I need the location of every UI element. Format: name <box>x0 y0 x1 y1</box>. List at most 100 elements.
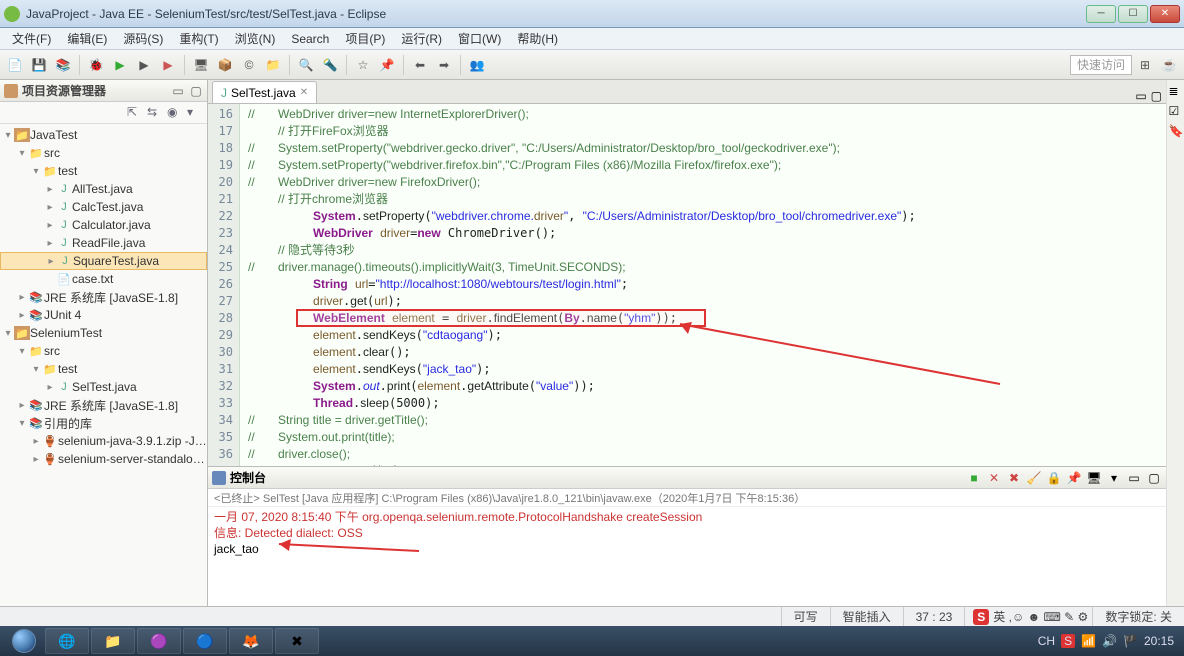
focus-icon[interactable]: ◉ <box>167 105 183 121</box>
tree-item[interactable]: ▾📚引用的库 <box>0 414 207 432</box>
save-icon[interactable]: 💾 <box>28 54 50 76</box>
new-icon[interactable]: 📄 <box>4 54 26 76</box>
task-ie[interactable]: 🌐 <box>45 628 89 654</box>
code-editor[interactable]: // WebDriver driver=new InternetExplorer… <box>240 104 1166 466</box>
search-icon[interactable]: 🔦 <box>319 54 341 76</box>
tree-item[interactable]: ▸📚JRE 系统库 [JavaSE-1.8] <box>0 288 207 306</box>
togglemarks-icon[interactable]: ☆ <box>352 54 374 76</box>
tree-item[interactable]: ▾📁src <box>0 144 207 162</box>
maximize-button[interactable]: ☐ <box>1118 5 1148 23</box>
console-scrolllock-icon[interactable]: 🔒 <box>1046 470 1062 486</box>
tab-close-icon[interactable]: ✕ <box>300 87 308 98</box>
tree-item[interactable]: ▾📁src <box>0 342 207 360</box>
console-min-icon[interactable]: ▭ <box>1126 470 1142 486</box>
console-line-3: jack_tao <box>214 542 259 556</box>
opentype-icon[interactable]: 🔍 <box>295 54 317 76</box>
link-editor-icon[interactable]: ⇆ <box>147 105 163 121</box>
status-numlock: 数字锁定: 关 <box>1092 607 1184 626</box>
menu-search[interactable]: Search <box>285 30 335 48</box>
tree-item[interactable]: ▸📚JRE 系统库 [JavaSE-1.8] <box>0 396 207 414</box>
menu-run[interactable]: 运行(R) <box>395 28 448 49</box>
tasklist-icon[interactable]: ☑ <box>1169 104 1183 118</box>
editor-max-icon[interactable]: ▢ <box>1151 89 1162 103</box>
menu-source[interactable]: 源码(S) <box>117 28 169 49</box>
collapse-all-icon[interactable]: ⇱ <box>127 105 143 121</box>
console-removeall-icon[interactable]: ✖ <box>1006 470 1022 486</box>
tree-item[interactable]: 📄case.txt <box>0 270 207 288</box>
console-clear-icon[interactable]: 🧹 <box>1026 470 1042 486</box>
quick-access[interactable]: 快速访问 <box>1070 55 1132 75</box>
tray-lang[interactable]: CH <box>1038 634 1055 648</box>
task-firefox[interactable]: 🦊 <box>229 628 273 654</box>
explorer-icon <box>4 84 18 98</box>
window-titlebar: JavaProject - Java EE - SeleniumTest/src… <box>0 0 1184 28</box>
tree-item[interactable]: ▸JCalcTest.java <box>0 198 207 216</box>
tray-sound-icon[interactable]: 🔊 <box>1102 634 1117 648</box>
bookmark-icon[interactable]: 🔖 <box>1169 124 1183 138</box>
ime-lang[interactable]: 英 , <box>993 608 1012 625</box>
ime-icon[interactable]: S <box>973 609 989 625</box>
newserver-icon[interactable]: 🖥 <box>190 54 212 76</box>
menu-navigate[interactable]: 浏览(N) <box>229 28 282 49</box>
tree-item[interactable]: ▸🏺selenium-server-standalo… <box>0 450 207 468</box>
editor-tab-seltest[interactable]: J SelTest.java ✕ <box>212 81 317 103</box>
newproject-icon[interactable]: 📦 <box>214 54 236 76</box>
tray-net-icon[interactable]: 📶 <box>1081 634 1096 648</box>
forward-icon[interactable]: ➡ <box>433 54 455 76</box>
tree-item[interactable]: ▸JSquareTest.java <box>0 252 207 270</box>
menu-edit[interactable]: 编辑(E) <box>61 28 113 49</box>
view-maximize-icon[interactable]: ▢ <box>189 84 203 98</box>
console-output[interactable]: 一月 07, 2020 8:15:40 下午 org.openqa.seleni… <box>208 507 1166 606</box>
menu-file[interactable]: 文件(F) <box>6 28 57 49</box>
close-button[interactable]: ✕ <box>1150 5 1180 23</box>
tree-item[interactable]: ▸🏺selenium-java-3.9.1.zip -J… <box>0 432 207 450</box>
minimize-button[interactable]: ─ <box>1086 5 1116 23</box>
task-app[interactable]: ✖ <box>275 628 319 654</box>
back-icon[interactable]: ⬅ <box>409 54 431 76</box>
system-tray[interactable]: CH S 📶 🔊 🏴 20:15 <box>1038 634 1180 648</box>
view-minimize-icon[interactable]: ▭ <box>171 84 185 98</box>
coverage-icon[interactable]: ▶ <box>157 54 179 76</box>
console-open-icon[interactable]: ▾ <box>1106 470 1122 486</box>
tree-item[interactable]: ▸JCalculator.java <box>0 216 207 234</box>
tray-ime-icon[interactable]: S <box>1061 634 1075 648</box>
menu-project[interactable]: 项目(P) <box>339 28 391 49</box>
newclass-icon[interactable]: © <box>238 54 260 76</box>
tree-item[interactable]: ▸JSelTest.java <box>0 378 207 396</box>
menu-refactor[interactable]: 重构(T) <box>173 28 224 49</box>
start-button[interactable] <box>4 626 44 656</box>
console-terminate-icon[interactable]: ■ <box>966 470 982 486</box>
menu-bar: 文件(F) 编辑(E) 源码(S) 重构(T) 浏览(N) Search 项目(… <box>0 28 1184 50</box>
runlast-icon[interactable]: ▶ <box>133 54 155 76</box>
tree-item[interactable]: ▾📁SeleniumTest <box>0 324 207 342</box>
tree-item[interactable]: ▾📁JavaTest <box>0 126 207 144</box>
view-menu-icon[interactable]: ▾ <box>187 105 203 121</box>
task-chrome[interactable]: 🔵 <box>183 628 227 654</box>
outline-icon[interactable]: ≣ <box>1169 84 1183 98</box>
saveall-icon[interactable]: 📚 <box>52 54 74 76</box>
task-eclipse[interactable]: 🟣 <box>137 628 181 654</box>
tree-item[interactable]: ▾📁test <box>0 360 207 378</box>
newpackage-icon[interactable]: 📁 <box>262 54 284 76</box>
console-display-icon[interactable]: 🖥 <box>1086 470 1102 486</box>
console-pin-icon[interactable]: 📌 <box>1066 470 1082 486</box>
perspective-java-icon[interactable]: ☕ <box>1158 54 1180 76</box>
menu-help[interactable]: 帮助(H) <box>511 28 564 49</box>
tray-flag-icon[interactable]: 🏴 <box>1123 634 1138 648</box>
tray-time[interactable]: 20:15 <box>1144 634 1174 648</box>
console-max-icon[interactable]: ▢ <box>1146 470 1162 486</box>
perspective-javaee-icon[interactable]: ⊞ <box>1134 54 1156 76</box>
tree-item[interactable]: ▸JAllTest.java <box>0 180 207 198</box>
team-icon[interactable]: 👥 <box>466 54 488 76</box>
menu-window[interactable]: 窗口(W) <box>452 28 507 49</box>
task-explorer[interactable]: 📁 <box>91 628 135 654</box>
tree-item[interactable]: ▸📚JUnit 4 <box>0 306 207 324</box>
tree-item[interactable]: ▾📁test <box>0 162 207 180</box>
annotation-icon[interactable]: 📌 <box>376 54 398 76</box>
project-tree[interactable]: ▾📁JavaTest▾📁src▾📁test▸JAllTest.java▸JCal… <box>0 124 207 606</box>
editor-min-icon[interactable]: ▭ <box>1135 89 1146 103</box>
console-remove-icon[interactable]: ✕ <box>986 470 1002 486</box>
debug-icon[interactable]: 🐞 <box>85 54 107 76</box>
tree-item[interactable]: ▸JReadFile.java <box>0 234 207 252</box>
run-icon[interactable]: ▶ <box>109 54 131 76</box>
